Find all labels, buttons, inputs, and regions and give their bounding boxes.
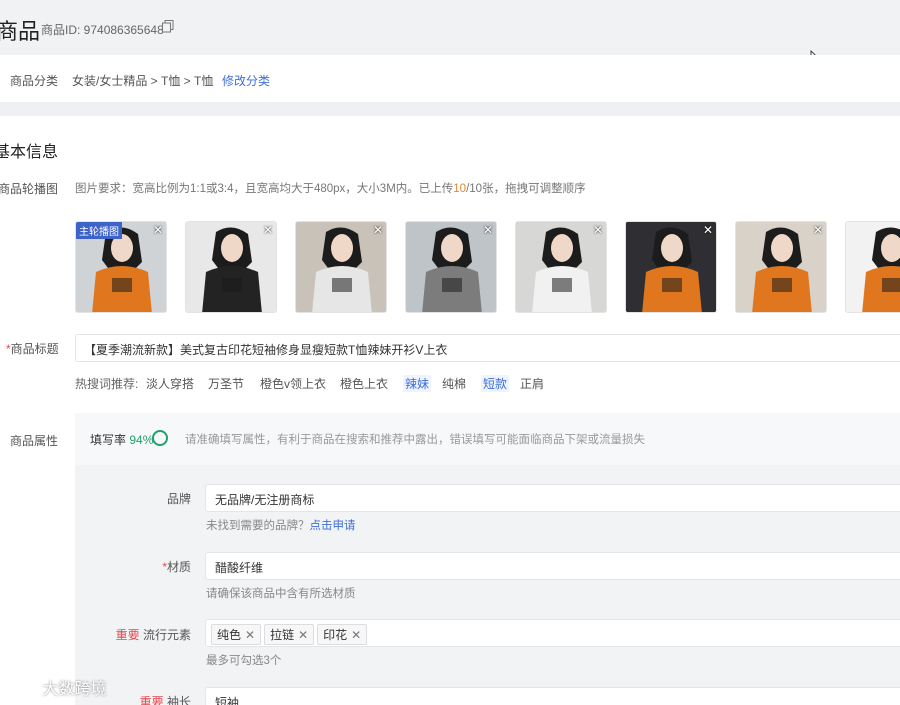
material-select[interactable]: 醋酸纤维 bbox=[205, 552, 900, 580]
attributes-form: 品牌 无品牌/无注册商标 未找到需要的品牌？点击申请 *材质 醋酸纤维 请确保该… bbox=[75, 465, 900, 705]
material-hint: 请确保该商品中含有所选材质 bbox=[206, 588, 356, 600]
main-image-tag: 主轮播图 bbox=[76, 222, 122, 239]
section-divider bbox=[0, 102, 900, 116]
hot-words-label: 热搜词推荐: bbox=[75, 377, 139, 391]
carousel-image[interactable]: ✕ bbox=[735, 221, 827, 313]
brand-label: 品牌 bbox=[166, 492, 191, 506]
material-label: *材质 bbox=[162, 560, 191, 574]
copy-icon[interactable] bbox=[162, 20, 174, 33]
page-header: 商品 商品ID: 974086365648 bbox=[0, 0, 900, 68]
section-title: 基本信息 bbox=[0, 144, 59, 161]
remove-image-icon[interactable]: ✕ bbox=[483, 223, 493, 237]
product-id: 商品ID: 974086365648 bbox=[41, 23, 164, 37]
remove-image-icon[interactable]: ✕ bbox=[813, 223, 823, 237]
hot-word[interactable]: 辣妹 bbox=[403, 375, 432, 392]
category-label: 商品分类 bbox=[10, 74, 59, 88]
hot-word[interactable]: 橙色上衣 bbox=[340, 375, 388, 392]
hot-word[interactable]: 正肩 bbox=[520, 375, 544, 392]
carousel-image[interactable]: 主轮播图 ✕ bbox=[75, 221, 167, 313]
carousel-image[interactable]: ✕ bbox=[295, 221, 387, 313]
sleeve-select[interactable]: 短袖 bbox=[205, 687, 900, 705]
remove-tag-icon[interactable]: ✕ bbox=[298, 628, 308, 642]
watermark-text: 大数跨境 bbox=[42, 681, 107, 698]
carousel-image[interactable]: ✕ bbox=[515, 221, 607, 313]
apply-brand-link[interactable]: 点击申请 bbox=[310, 520, 356, 532]
carousel-image[interactable] bbox=[845, 221, 900, 313]
style-tag: 拉链 ✕ bbox=[264, 624, 315, 645]
hot-word[interactable]: 纯棉 bbox=[442, 375, 466, 392]
brand-hint: 未找到需要的品牌？点击申请 bbox=[206, 520, 356, 532]
edit-category-link[interactable]: 修改分类 bbox=[222, 72, 270, 89]
product-photo bbox=[846, 222, 900, 312]
remove-image-icon[interactable]: ✕ bbox=[263, 223, 273, 237]
remove-image-icon[interactable]: ✕ bbox=[703, 223, 713, 237]
carousel-hint: 图片要求：宽高比例为1:1或3:4，且宽高均大于480px，大小3M内。已上传1… bbox=[75, 180, 586, 196]
product-title-label: *商品标题 bbox=[6, 342, 59, 356]
fill-rate-value: 94% bbox=[129, 433, 154, 447]
page-title: 商品 bbox=[0, 19, 41, 44]
product-title-input[interactable]: 【夏季潮流新款】美式复古印花短袖修身显瘦短款T恤辣妹开衫V上衣 bbox=[75, 334, 900, 362]
remove-tag-icon[interactable]: ✕ bbox=[245, 628, 255, 642]
remove-image-icon[interactable]: ✕ bbox=[373, 223, 383, 237]
hot-word[interactable]: 短款 bbox=[481, 375, 510, 392]
basic-info-section: 基本信息 商品轮播图 图片要求：宽高比例为1:1或3:4，且宽高均大于480px… bbox=[0, 116, 900, 705]
carousel-image[interactable]: ✕ bbox=[625, 221, 717, 313]
carousel-image[interactable]: ✕ bbox=[185, 221, 277, 313]
watermark: 大数跨境 bbox=[8, 675, 106, 699]
category-bar: 商品分类 女装/女士精品 > T恤 > T恤 修改分类 bbox=[0, 55, 900, 102]
remove-image-icon[interactable]: ✕ bbox=[593, 223, 603, 237]
style-label: 重要 流行元素 bbox=[115, 628, 191, 642]
hot-word[interactable]: 淡人穿搭 bbox=[146, 375, 194, 392]
fill-rate: 填写率 94% bbox=[90, 433, 154, 447]
brand-select[interactable]: 无品牌/无注册商标 bbox=[205, 484, 900, 512]
hot-word[interactable]: 橙色v领上衣 bbox=[260, 375, 326, 392]
remove-image-icon[interactable]: ✕ bbox=[153, 223, 163, 237]
carousel-image[interactable]: ✕ bbox=[405, 221, 497, 313]
attributes-panel: 填写率 94% 请准确填写属性，有利于商品在搜索和推荐中露出，错误填写可能面临商… bbox=[75, 413, 900, 705]
carousel-count: 10 bbox=[453, 183, 467, 195]
style-tag: 印花 ✕ bbox=[317, 624, 368, 645]
style-tag: 纯色 ✕ bbox=[211, 624, 262, 645]
carousel-label: 商品轮播图 bbox=[0, 182, 59, 196]
category-path: 女装/女士精品 > T恤 > T恤 bbox=[72, 74, 214, 88]
style-multiselect[interactable]: 纯色 ✕ 拉链 ✕ 印花 ✕ bbox=[205, 619, 900, 647]
attributes-tip: 请准确填写属性，有利于商品在搜索和推荐中露出，错误填写可能面临商品下架或流量损失 bbox=[185, 434, 645, 446]
carousel-hint-tail: /10张，拖拽可调整顺序 bbox=[466, 183, 586, 195]
fill-rate-ring-icon bbox=[152, 430, 168, 446]
product-edit-page: 商品 商品ID: 974086365648 商品分类 女装/女士精品 > T恤 … bbox=[0, 0, 900, 705]
watermark-logo-icon bbox=[8, 683, 36, 693]
carousel-images: 主轮播图 ✕ ✕ ✕ ✕ ✕ ✕ ✕ bbox=[75, 221, 900, 313]
hot-word[interactable]: 万圣节 bbox=[208, 375, 244, 392]
remove-tag-icon[interactable]: ✕ bbox=[351, 628, 361, 642]
style-hint: 最多可勾选3个 bbox=[206, 655, 282, 667]
attributes-label: 商品属性 bbox=[10, 434, 59, 448]
carousel-hint-text: 图片要求：宽高比例为1:1或3:4，且宽高均大于480px，大小3M内。已上传 bbox=[75, 183, 454, 195]
